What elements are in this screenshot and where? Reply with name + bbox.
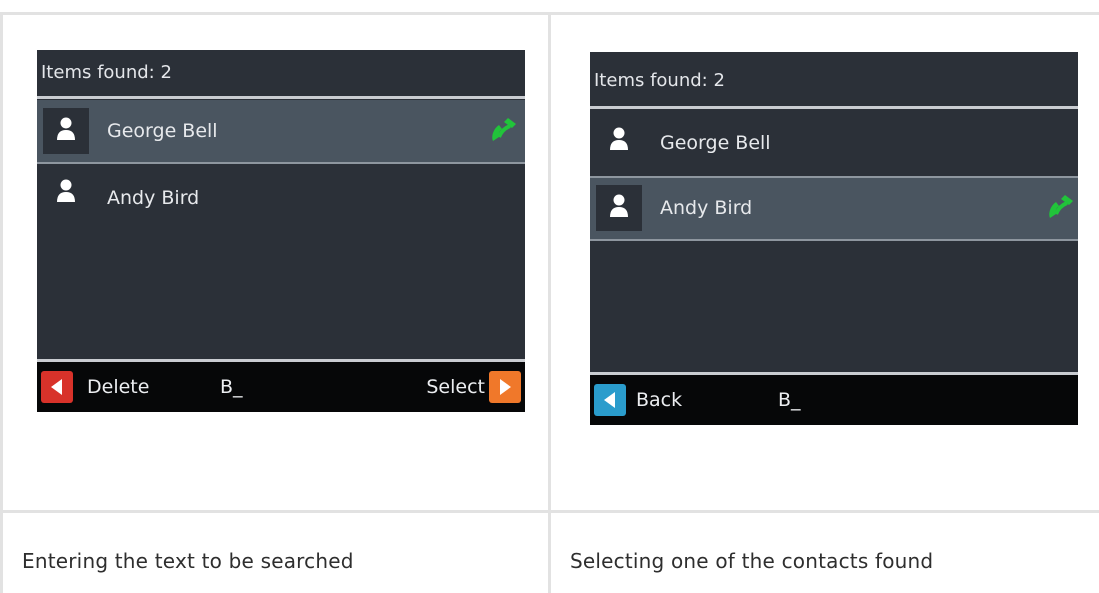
arrow-right-icon	[500, 379, 511, 395]
contact-name: Andy Bird	[107, 187, 200, 209]
phone-call-icon[interactable]	[487, 115, 519, 147]
person-icon	[596, 118, 642, 164]
phone-screen-search: Items found: 2 George Bell Andy Bird Del…	[37, 50, 525, 412]
table-border-left	[0, 12, 3, 593]
contact-name: Andy Bird	[660, 197, 753, 219]
selected-row-divider-bottom	[590, 239, 1078, 241]
selected-row-divider	[37, 162, 525, 164]
header-divider	[37, 96, 525, 99]
person-icon	[43, 170, 89, 216]
caption-select: Selecting one of the contacts found	[570, 549, 934, 573]
items-found-header: Items found: 2	[41, 62, 172, 83]
back-softkey-button[interactable]	[594, 384, 626, 416]
contact-name: George Bell	[660, 132, 771, 154]
back-softkey-label: Back	[636, 389, 683, 411]
items-found-header: Items found: 2	[594, 70, 725, 91]
person-icon	[43, 108, 89, 154]
contact-name: George Bell	[107, 120, 218, 142]
contact-row-andy-bird[interactable]: Andy Bird	[37, 168, 525, 226]
person-icon	[596, 185, 642, 231]
search-text-input[interactable]: B_	[220, 362, 243, 412]
table-border-center	[548, 12, 551, 593]
contact-row-george-bell[interactable]: George Bell	[590, 112, 1078, 170]
softkey-bar: Back B_	[590, 375, 1078, 425]
softkey-bar: Delete B_ Select	[37, 362, 525, 412]
select-softkey-label: Select	[426, 376, 485, 398]
caption-search: Entering the text to be searched	[22, 549, 354, 573]
contact-row-george-bell[interactable]: George Bell	[37, 100, 525, 162]
search-text-input[interactable]: B_	[778, 375, 801, 425]
arrow-left-icon	[51, 379, 62, 395]
phone-screen-select: Items found: 2 George Bell Andy Bird Bac…	[590, 52, 1078, 425]
delete-softkey-button[interactable]	[41, 371, 73, 403]
phone-call-icon[interactable]	[1044, 192, 1076, 224]
select-softkey-button[interactable]	[489, 371, 521, 403]
delete-softkey-label: Delete	[87, 376, 150, 398]
contact-row-andy-bird[interactable]: Andy Bird	[590, 178, 1078, 239]
arrow-left-icon	[604, 392, 615, 408]
header-divider	[590, 106, 1078, 109]
